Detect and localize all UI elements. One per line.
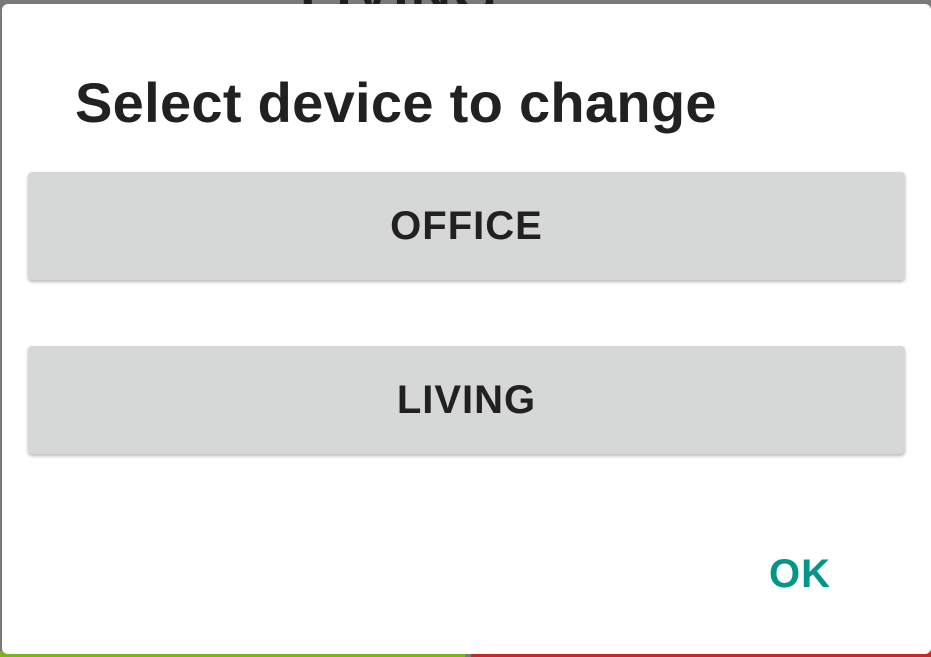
- device-button-office[interactable]: OFFICE: [28, 172, 905, 280]
- dialog-title: Select device to change: [75, 71, 717, 134]
- select-device-dialog: Select device to change OFFICE LIVING OK: [2, 4, 931, 654]
- ok-button[interactable]: OK: [754, 540, 846, 608]
- device-button-living[interactable]: LIVING: [28, 346, 905, 454]
